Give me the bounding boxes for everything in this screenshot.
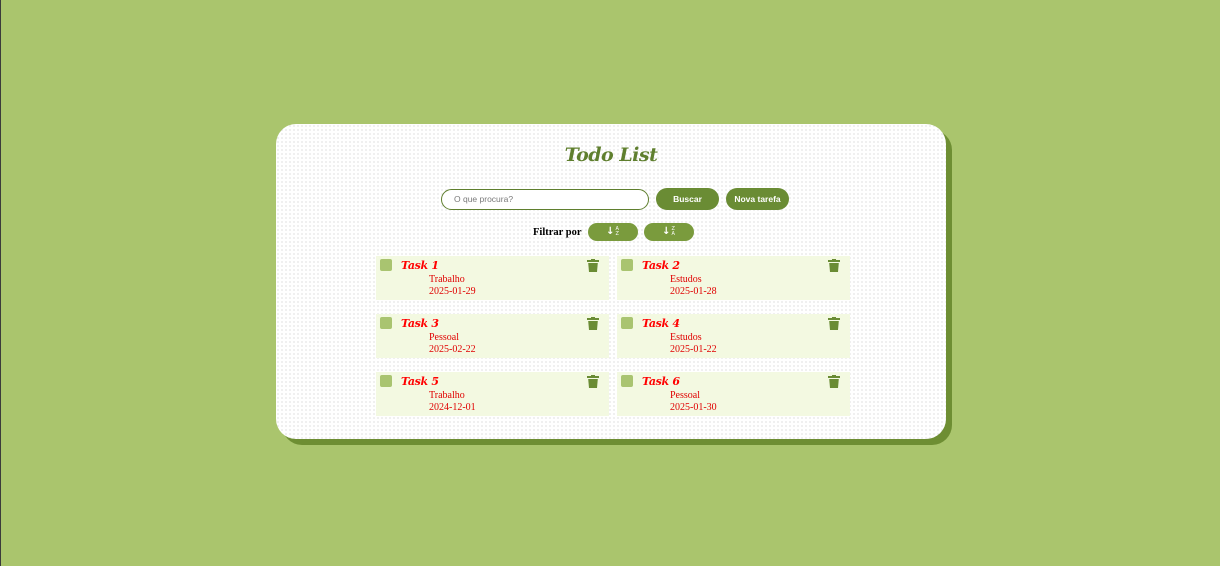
search-button[interactable]: Buscar bbox=[656, 188, 719, 210]
task-category: Trabalho bbox=[429, 274, 465, 285]
trash-icon[interactable] bbox=[587, 259, 599, 272]
task-title: Task 2 bbox=[642, 259, 680, 272]
task-item: Task 3 Pessoal 2025-02-22 bbox=[376, 314, 609, 358]
task-title: Task 3 bbox=[401, 317, 439, 330]
task-checkbox[interactable] bbox=[621, 259, 633, 271]
filter-label: Filtrar por bbox=[533, 226, 582, 238]
sort-ascending-icon: ↓ AZ bbox=[606, 226, 619, 237]
task-title: Task 4 bbox=[642, 317, 680, 330]
task-item: Task 6 Pessoal 2025-01-30 bbox=[617, 372, 850, 416]
task-date: 2025-01-29 bbox=[429, 286, 476, 297]
task-item: Task 1 Trabalho 2025-01-29 bbox=[376, 256, 609, 300]
task-item: Task 2 Estudos 2025-01-28 bbox=[617, 256, 850, 300]
task-date: 2025-01-28 bbox=[670, 286, 717, 297]
task-date: 2025-01-22 bbox=[670, 344, 717, 355]
trash-icon[interactable] bbox=[828, 259, 840, 272]
task-checkbox[interactable] bbox=[621, 317, 633, 329]
task-checkbox[interactable] bbox=[380, 375, 392, 387]
trash-icon[interactable] bbox=[828, 375, 840, 388]
task-item: Task 5 Trabalho 2024-12-01 bbox=[376, 372, 609, 416]
trash-icon[interactable] bbox=[587, 375, 599, 388]
task-checkbox[interactable] bbox=[380, 317, 392, 329]
task-title: Task 6 bbox=[642, 375, 680, 388]
search-input[interactable] bbox=[441, 188, 649, 210]
task-title: Task 1 bbox=[401, 259, 439, 272]
task-category: Pessoal bbox=[429, 332, 459, 343]
task-item: Task 4 Estudos 2025-01-22 bbox=[617, 314, 850, 358]
task-date: 2024-12-01 bbox=[429, 402, 476, 413]
task-list: Task 1 Trabalho 2025-01-29 Task 2 Estudo… bbox=[376, 256, 850, 416]
task-date: 2025-01-30 bbox=[670, 402, 717, 413]
trash-icon[interactable] bbox=[587, 317, 599, 330]
todo-card: Todo List Buscar Nova tarefa Filtrar por… bbox=[276, 124, 946, 439]
sort-descending-icon: ↓ ZA bbox=[662, 226, 675, 237]
task-title: Task 5 bbox=[401, 375, 439, 388]
search-bar: Buscar Nova tarefa bbox=[441, 188, 789, 210]
sort-descending-button[interactable]: ↓ ZA bbox=[643, 223, 694, 241]
page-title: Todo List bbox=[564, 144, 658, 166]
sort-ascending-button[interactable]: ↓ AZ bbox=[587, 223, 638, 241]
task-category: Estudos bbox=[670, 332, 702, 343]
filter-bar: Filtrar por ↓ AZ ↓ ZA bbox=[533, 223, 694, 241]
task-category: Estudos bbox=[670, 274, 702, 285]
trash-icon[interactable] bbox=[828, 317, 840, 330]
task-category: Pessoal bbox=[670, 390, 700, 401]
new-task-button[interactable]: Nova tarefa bbox=[726, 188, 789, 210]
window-edge bbox=[0, 0, 1, 566]
task-category: Trabalho bbox=[429, 390, 465, 401]
task-checkbox[interactable] bbox=[380, 259, 392, 271]
task-date: 2025-02-22 bbox=[429, 344, 476, 355]
task-checkbox[interactable] bbox=[621, 375, 633, 387]
